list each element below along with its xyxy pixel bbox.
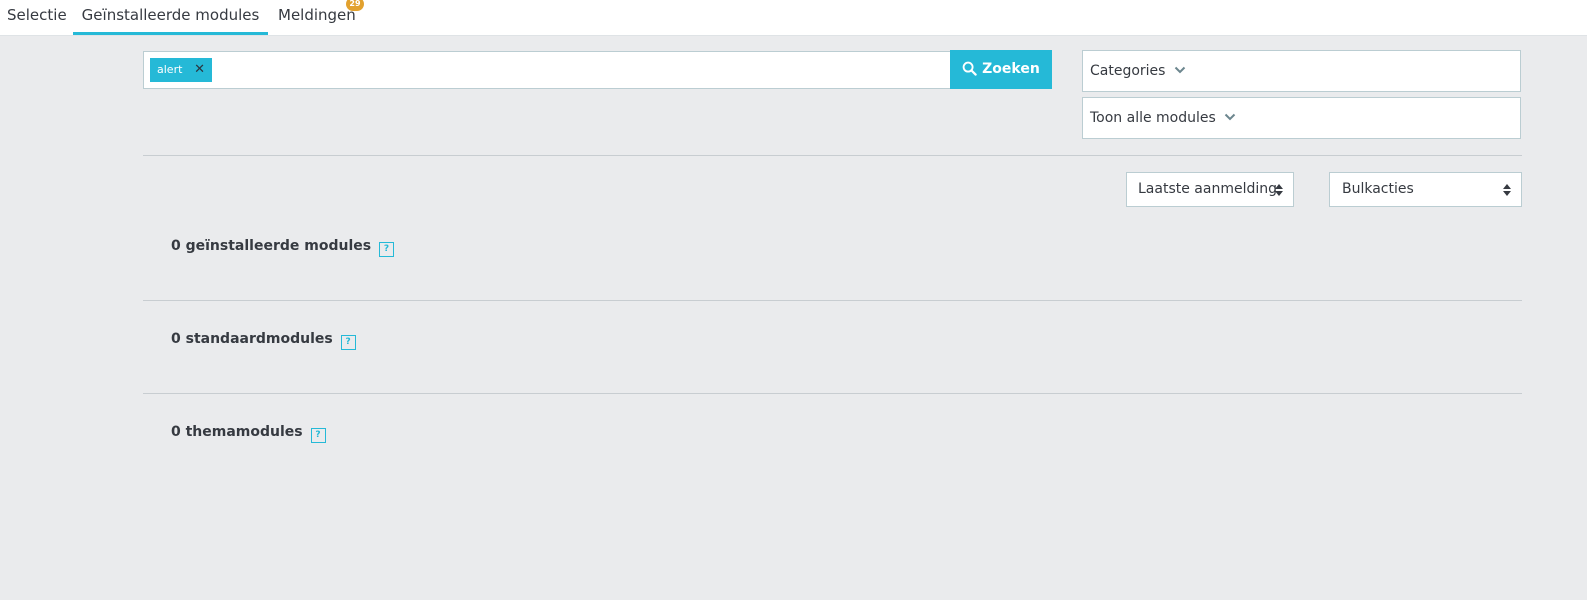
- search-tag-label: alert: [157, 63, 183, 76]
- search-button-label: Zoeken: [982, 61, 1040, 77]
- help-icon[interactable]: ?: [340, 335, 356, 350]
- installed-modules-title: 0 geïnstalleerde modules: [171, 238, 372, 254]
- installed-modules-heading: 0 geïnstalleerde modules ?: [171, 238, 394, 257]
- chevron-down-icon: [1225, 113, 1236, 121]
- sort-arrows-icon: [1503, 184, 1511, 196]
- standard-modules-title: 0 standaardmodules: [171, 331, 333, 347]
- chevron-down-icon: [1174, 66, 1186, 74]
- sort-select-value: Laatste aanmelding: [1138, 181, 1278, 197]
- bulk-actions-select[interactable]: Bulkacties: [1329, 172, 1522, 207]
- divider: [143, 155, 1522, 156]
- sort-select[interactable]: Laatste aanmelding: [1126, 172, 1294, 207]
- show-modules-dropdown[interactable]: Toon alle modules: [1082, 97, 1521, 139]
- theme-modules-title: 0 themamodules: [171, 424, 303, 440]
- search-tag-chip: alert ✕: [150, 58, 212, 82]
- help-icon[interactable]: ?: [378, 242, 394, 257]
- sort-arrows-icon: [1275, 184, 1283, 196]
- tab-meldingen[interactable]: Meldingen: [278, 0, 356, 35]
- remove-tag-icon[interactable]: ✕: [194, 58, 205, 82]
- divider: [143, 300, 1522, 301]
- notification-count-badge: 29: [346, 0, 364, 11]
- tab-installed-modules[interactable]: Geïnstalleerde modules: [73, 0, 268, 35]
- search-button[interactable]: Zoeken: [950, 50, 1052, 89]
- search-icon: [962, 61, 977, 76]
- divider: [143, 393, 1522, 394]
- categories-dropdown[interactable]: Categories: [1082, 50, 1521, 92]
- help-icon[interactable]: ?: [310, 428, 326, 443]
- module-search-input[interactable]: alert ✕: [143, 51, 951, 89]
- categories-label: Categories: [1090, 63, 1166, 79]
- show-modules-label: Toon alle modules: [1090, 110, 1216, 126]
- bulk-actions-value: Bulkacties: [1342, 181, 1414, 197]
- theme-modules-heading: 0 themamodules ?: [171, 424, 326, 443]
- tab-selectie[interactable]: Selectie: [7, 0, 67, 35]
- module-tabs: Selectie Geïnstalleerde modules Meldinge…: [0, 0, 1587, 36]
- standard-modules-heading: 0 standaardmodules ?: [171, 331, 356, 350]
